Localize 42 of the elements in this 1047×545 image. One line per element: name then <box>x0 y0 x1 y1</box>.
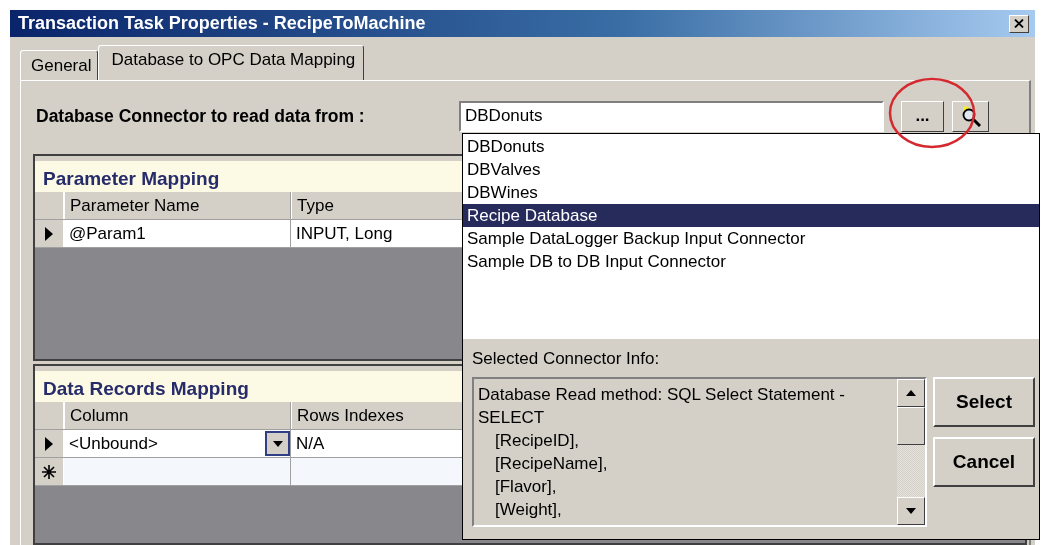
tab[interactable]: Database to OPC Data Mapping <box>98 45 365 80</box>
header-corner <box>35 192 64 219</box>
list-item[interactable]: DBDonuts <box>463 135 1039 158</box>
header-corner <box>35 402 64 429</box>
info-line: [RecipeName], <box>494 453 609 475</box>
table-cell: <Unbound> <box>69 433 158 454</box>
info-line: [Weight], <box>494 499 563 521</box>
table-cell: INPUT, Long <box>296 223 393 244</box>
column-header[interactable]: Column <box>64 402 291 429</box>
current-row-icon <box>44 436 54 451</box>
caret-icon <box>272 440 283 447</box>
up-arrow-icon <box>906 390 916 396</box>
asterisk-icon <box>42 464 56 479</box>
list-item[interactable]: Sample DataLogger Backup Input Connector <box>463 227 1039 250</box>
window-title: Transaction Task Properties - RecipeToMachine <box>18 13 426 34</box>
dialog-button[interactable]: Cancel <box>933 437 1035 487</box>
field-label: Database Connector to read data from : <box>36 105 366 127</box>
row-header[interactable] <box>35 430 64 457</box>
row-header[interactable] <box>35 220 64 247</box>
tab[interactable]: General <box>20 50 99 80</box>
scroll-down-button[interactable] <box>897 497 925 525</box>
list-item[interactable]: Sample DB to DB Input Connector <box>463 250 1039 273</box>
connector-field[interactable]: DBDonuts <box>459 100 884 132</box>
down-arrow-icon <box>906 508 916 514</box>
column-header[interactable]: Parameter Name <box>64 192 291 219</box>
close-button[interactable] <box>1009 14 1029 33</box>
close-icon <box>1014 19 1024 28</box>
table-cell: N/A <box>296 433 325 454</box>
table-cell: @Param1 <box>69 223 146 244</box>
row-header[interactable] <box>35 458 64 485</box>
dropdown-button[interactable] <box>265 431 290 456</box>
info-text-box[interactable]: Database Read method: SQL Select Statement - SELECT [RecipeID], [RecipeName], [Flavor], [Weight], <box>472 377 927 527</box>
scrollbar-thumb[interactable] <box>897 407 925 445</box>
dialog-button[interactable]: Select <box>933 377 1035 427</box>
info-line: [Flavor], <box>494 476 558 498</box>
scroll-up-button[interactable] <box>897 379 925 407</box>
list-item[interactable]: Recipe Database <box>463 204 1039 227</box>
info-line: SELECT <box>478 407 546 429</box>
current-row-icon <box>44 226 54 241</box>
search-button[interactable] <box>952 100 989 132</box>
info-line: [RecipeID], <box>494 430 581 452</box>
browse-button[interactable]: ... <box>901 100 944 132</box>
